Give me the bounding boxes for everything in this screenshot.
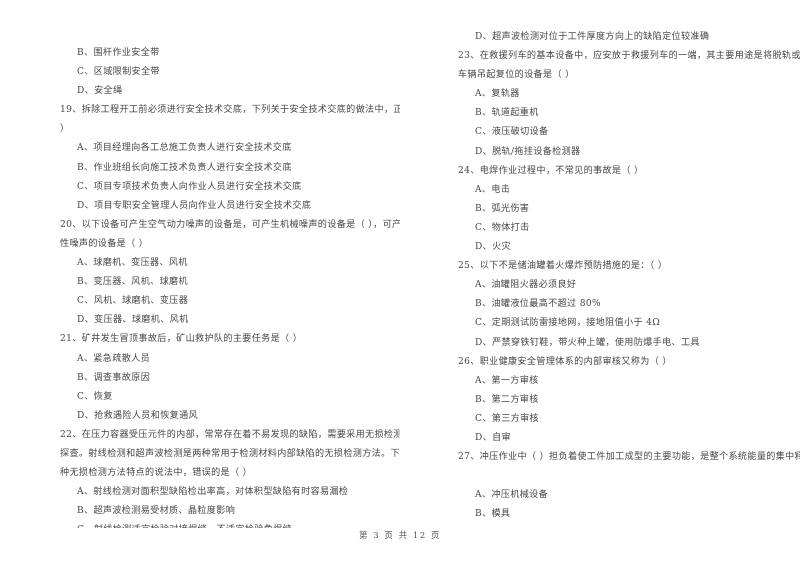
question-option: C、恢复 (77, 391, 113, 402)
question-stem: 27、冲压作业中（ ）担负着使工件加工成型的主要功能，是整个系统能量的集中释放部… (458, 452, 800, 463)
right-column-lines: D、超声波检测对位于工件厚度方向上的缺陷定位较准确 23、在救援列车的基本设备中，… (458, 28, 800, 524)
question-option: D、脱轨/拖挂设备检测器 (475, 146, 581, 157)
question-option: B、油罐液位最高不超过 80% (475, 299, 601, 310)
question-option: A、第一方审核 (475, 375, 539, 386)
left-column: B、围杆作业安全带 C、区域限制安全带 D、安全绳 19、拆除工程开工前必须进行安全技… (0, 28, 400, 528)
question-stem-continuation: 车辆吊起复位的设备是（ ） (458, 70, 575, 81)
question-stem-continuation: 种无损检测方法特点的说法中，错误的是（ ） (60, 468, 253, 479)
question-option: A、球磨机、变压器、风机 (77, 258, 188, 269)
question-option: C、射线检测适宜检验对接焊缝，不适宜检验角焊缝 (60, 521, 396, 528)
question-option: C、第三方审核 (475, 413, 539, 424)
question-option: D、自审 (475, 432, 511, 443)
question-stem-continuation: ） (60, 124, 70, 135)
question-stem-continuation: 探查。射线检测和超声波检测是两种常用于检测材料内部缺陷的无损检测方法。下列关于这… (60, 448, 400, 459)
question-option: B、第二方审核 (475, 394, 539, 405)
question-option: A、复轨器 (475, 89, 520, 100)
question-option: D、严禁穿铁钉鞋，带火种上罐，使用防爆手电、工具 (475, 337, 700, 348)
right-column: D、超声波检测对位于工件厚度方向上的缺陷定位较准确 23、在救援列车的基本设备中，… (400, 28, 800, 528)
exam-page: B、围杆作业安全带 C、区域限制安全带 D、安全绳 19、拆除工程开工前必须进行安全技… (0, 0, 800, 565)
question-option: A、紧急疏散人员 (77, 353, 151, 364)
question-stem: 22、在压力容器受压元件的内部，常常存在着不易发现的缺陷，需要采用无损检测的方法… (60, 429, 400, 440)
question-option: D、抢救遇险人员和恢复通风 (77, 410, 198, 421)
question-stem-continuation: 性噪声的设备是（ ） (60, 238, 149, 249)
question-option: C、定期测试防雷接地网，接地阻值小于 4Ω (475, 318, 661, 329)
question-option: B、超声波检测易受材质、晶粒度影响 (77, 506, 236, 517)
question-stem: 25、以下不是储油罐着火爆炸预防措施的是：（ ） (458, 261, 668, 272)
question-option: B、模具 (475, 509, 511, 520)
question-option: C、项目专项技术负责人向作业人员进行安全技术交底 (77, 181, 302, 192)
question-option: D、变压器、球磨机、风机 (77, 315, 189, 326)
question-option: B、轨道起重机 (475, 108, 539, 119)
question-option: C、物体打击 (475, 222, 530, 233)
question-option: A、冲压机械设备 (475, 490, 549, 501)
question-option: B、弧光伤害 (475, 203, 530, 214)
question-stem: 19、拆除工程开工前必须进行安全技术交底，下列关于安全技术交底的做法中，正确白是… (60, 105, 400, 116)
question-stem: 26、职业健康安全管理体系的内部审核又称为（ ） (458, 356, 672, 367)
page-footer: 第 3 页 共 12 页 (359, 530, 441, 540)
question-option: D、安全绳 (77, 86, 123, 97)
question-option: C、液压破切设备 (475, 127, 549, 138)
question-stem: 20、以下设备可产生空气动力噪声的设备是，可产生机械噪声的设备是（ ），可产生电… (60, 219, 400, 230)
question-option: D、火灾 (475, 242, 511, 253)
question-option: C、风机、球磨机、变压器 (77, 296, 189, 307)
question-option: A、射线检测对面积型缺陷检出率高，对体积型缺陷有时容易漏检 (77, 487, 349, 498)
left-column-lines: B、围杆作业安全带 C、区域限制安全带 D、安全绳 19、拆除工程开工前必须进行安全技… (60, 44, 400, 528)
question-option: D、超声波检测对位于工件厚度方向上的缺陷定位较准确 (475, 32, 710, 42)
question-option: B、调查事故原因 (77, 372, 151, 383)
question-stem: 23、在救援列车的基本设备中，应安放于救援列车的一端，其主要用途是将脱轨或颠覆的… (458, 51, 800, 62)
question-option: C、区域限制安全带 (77, 67, 160, 78)
two-column-body: B、围杆作业安全带 C、区域限制安全带 D、安全绳 19、拆除工程开工前必须进行安全技… (0, 28, 800, 528)
question-option: D、项目专职安全管理人员向作业人员进行安全技术交底 (77, 200, 312, 211)
question-stem: 24、电焊作业过程中，不常见的事故是（ ） (458, 165, 644, 176)
question-option: B、作业班组长向施工技术负责人进行安全技术交底 (77, 162, 292, 173)
question-option: A、油罐阻火器必须良好 (475, 280, 577, 291)
question-option: B、围杆作业安全带 (77, 48, 160, 58)
left-column-top-spacer (60, 28, 396, 44)
question-option: B、变压器、风机、球磨机 (77, 277, 188, 288)
question-stem: 21、矿井发生冒顶事故后，矿山救护队的主要任务是（ ） (60, 334, 303, 345)
question-option: A、电击 (475, 184, 511, 195)
question-option: A、项目经理向各工总施工负责人进行安全技术交底 (77, 143, 292, 154)
